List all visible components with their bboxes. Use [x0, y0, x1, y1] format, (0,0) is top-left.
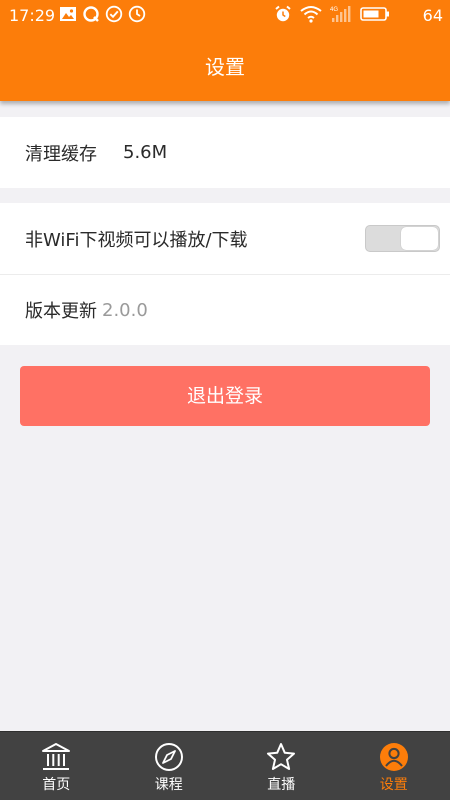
tab-label: 设置 [379, 777, 408, 793]
bottom-tab-bar: 首页 课程 直播 设置 [0, 731, 450, 800]
compass-icon [154, 743, 183, 771]
version-update-label: 版本更新 [25, 301, 97, 322]
tab-home[interactable]: 首页 [0, 732, 113, 800]
wifi-only-row: 非WiFi下视频可以播放/下载 [0, 203, 450, 274]
home-icon [42, 743, 71, 770]
wifi-only-label: 非WiFi下视频可以播放/下载 [25, 229, 248, 251]
status-system-icons: 4G [274, 5, 390, 27]
network-type-label: 4G [330, 7, 338, 13]
alarm-icon [274, 5, 292, 27]
clear-cache-label: 清理缓存 [25, 143, 97, 165]
status-time: 17:29 [9, 6, 56, 25]
tab-label: 首页 [42, 777, 71, 793]
logout-button[interactable]: 退出登录 [20, 366, 430, 426]
version-number: 2.0.0 [102, 299, 148, 321]
version-update-row[interactable]: 版本更新 2.0.0 [0, 274, 450, 345]
image-icon [59, 6, 77, 26]
tab-label: 直播 [267, 777, 296, 793]
toggle-knob [401, 227, 438, 250]
q-app-icon [82, 5, 100, 27]
clock-circle-icon [128, 5, 146, 27]
settings-screen: 17:29 4G 64 设置 清理缓存 5.6M 非WiFi下视频可以播放/下载… [0, 0, 450, 800]
tab-courses[interactable]: 课程 [113, 732, 226, 800]
user-icon [379, 743, 408, 771]
star-icon [267, 743, 296, 770]
check-circle-icon [105, 5, 123, 27]
battery-icon [360, 6, 390, 26]
tab-label: 课程 [154, 777, 183, 793]
status-bar: 17:29 4G 64 [0, 0, 450, 32]
wifi-only-toggle[interactable] [365, 225, 440, 252]
tab-settings[interactable]: 设置 [338, 732, 450, 800]
cache-section: 清理缓存 5.6M [0, 117, 450, 188]
page-title: 设置 [205, 55, 245, 79]
cellular-signal-icon: 4G [330, 5, 352, 27]
tab-live[interactable]: 直播 [225, 732, 338, 800]
battery-percent: 64 [422, 6, 443, 25]
status-notification-icons [59, 5, 146, 27]
preferences-section: 非WiFi下视频可以播放/下载 版本更新 2.0.0 [0, 203, 450, 345]
cache-size-value: 5.6M [123, 142, 168, 163]
wifi-icon [300, 5, 322, 27]
clear-cache-row[interactable]: 清理缓存 5.6M [0, 117, 450, 188]
app-header: 17:29 4G 64 设置 [0, 0, 450, 101]
